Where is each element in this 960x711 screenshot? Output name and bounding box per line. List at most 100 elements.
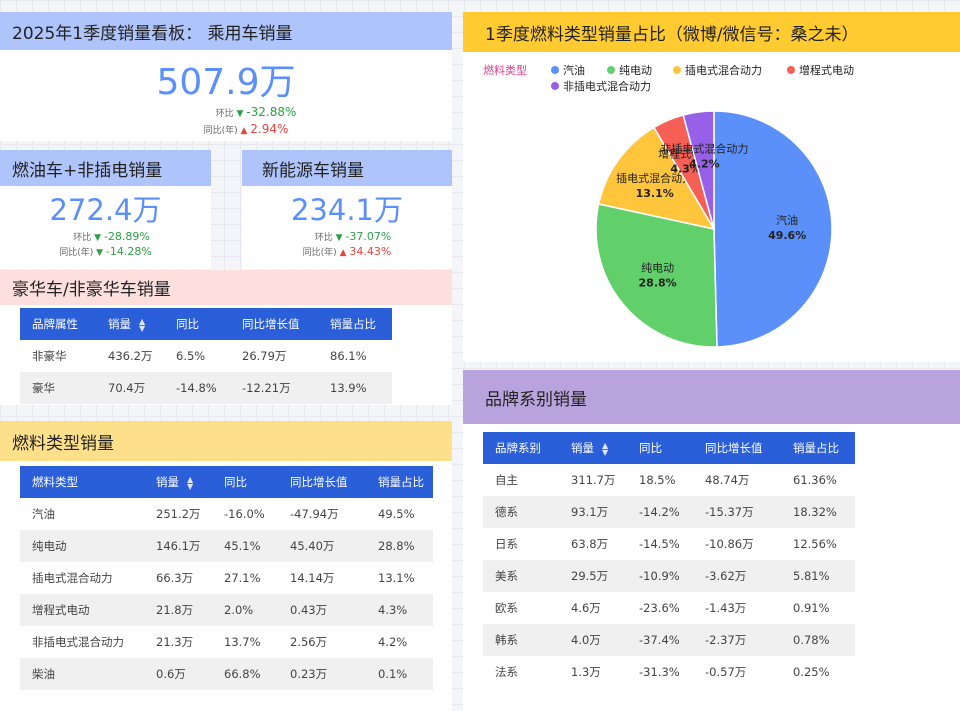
table-cell: 非豪华 [32,349,67,363]
table-cell: -15.37万 [693,496,781,528]
table-cell: 汽油 [32,507,55,521]
table-cell: 18.32% [781,496,855,528]
table-cell: 豪华 [20,372,96,404]
table-cell: -14.8% [164,372,230,404]
kpi-main-tb-value: 2.94% [250,122,289,136]
table-cell: 63.8万 [571,537,609,551]
table-cell: 66.3万 [156,571,194,585]
table-cell: 18.5% [639,473,676,487]
kpi-nev-tb-label: 同比(年) [302,248,337,258]
table-row: 汽油 251.2万 -16.0% -47.94万 49.5% [20,498,433,530]
table-cell: 4.3% [366,594,433,626]
col-header[interactable]: 同比 [164,308,230,340]
table-cell: -10.9% [627,560,693,592]
sort-icon[interactable]: ▲ ▼ [187,475,193,490]
table-row: 日系 63.8万 -14.5% -10.86万 12.56% [483,528,855,560]
table-cell: 0.6万 [144,658,212,690]
fuel-table: 燃料类型 销量 ▲ ▼ 同比 同比增长值 销量占比 汽油 251.2万 -16.0% -4… [20,466,433,690]
col-header-sales[interactable]: 销量 ▲ ▼ [144,466,212,498]
table-cell: 48.74万 [705,473,750,487]
table-cell: 27.1% [224,571,261,585]
kpi-main-value: 507.9万 [156,62,296,103]
pie-slice-label: 汽油 [776,213,798,227]
table-cell: -14.5% [639,537,680,551]
col-header[interactable]: 销量占比 [781,432,855,464]
table-row: 纯电动 146.1万 45.1% 45.40万 28.8% [20,530,433,562]
col-header[interactable]: 燃料类型 [20,466,144,498]
table-cell: -3.62万 [693,560,781,592]
kpi-fuel-tb: 同比(年) ▼ -14.28% [0,245,211,258]
table-cell: 14.14万 [290,571,335,585]
table-row: 豪华 70.4万 -14.8% -12.21万 13.9% [20,372,392,404]
table-cell: 70.4万 [96,372,164,404]
brand-table-panel: 品牌系别销量 品牌系别 销量 ▲ ▼ 同比 同比增长值 销量占比 自主 311.7万 1… [463,370,960,711]
col-header[interactable]: 品牌系别 [483,432,559,464]
kpi-main-hb: 环比 ▼ -32.88% [60,105,452,119]
table-cell: -37.4% [627,624,693,656]
table-row: 欧系 4.6万 -23.6% -1.43万 0.91% [483,592,855,624]
kpi-fuel-value: 272.4万 [49,193,162,227]
kpi-nev-tb-value: 34.43% [349,245,392,258]
kpi-fuel-title: 燃油车+非插电销量 [0,150,211,186]
table-cell: 增程式电动 [20,594,144,626]
table-cell: 0.78% [781,624,855,656]
table-cell: 1.3万 [571,665,601,679]
kpi-fuel-hb-value: -28.89% [103,230,150,243]
col-header[interactable]: 同比 [212,466,278,498]
table-cell: 非插电式混合动力 [32,635,124,649]
col-header[interactable]: 销量占比 [366,466,433,498]
table-row: 韩系 4.0万 -37.4% -2.37万 0.78% [483,624,855,656]
table-cell: 21.3万 [156,635,194,649]
pie-slice-label: 纯电动 [641,262,674,275]
down-triangle-icon: ▼ [335,233,343,243]
col-header[interactable]: 销量占比 [318,308,392,340]
pie-slice-value-label: 4.2% [689,157,720,170]
kpi-fuel-hb-label: 环比 [73,233,92,243]
table-cell: -0.57万 [705,665,747,679]
down-triangle-icon: ▼ [96,248,104,258]
table-row: 非豪华 436.2万 6.5% 26.79万 86.1% [20,340,392,372]
col-header[interactable]: 同比 [627,432,693,464]
table-cell: -16.0% [224,507,265,521]
table-cell: 436.2万 [108,349,153,363]
table-cell: 13.9% [318,372,392,404]
table-cell: -23.6% [639,601,680,615]
table-cell: 4.6万 [571,601,601,615]
fuel-table-title: 燃料类型销量 [0,421,452,461]
table-cell: 12.56% [793,537,837,551]
table-row: 法系 1.3万 -31.3% -0.57万 0.25% [483,656,855,688]
table-cell: 13.1% [378,571,415,585]
table-cell: 法系 [495,665,518,679]
table-cell: 2.0% [212,594,278,626]
table-cell: 5.81% [781,560,855,592]
table-cell: 311.7万 [571,473,616,487]
table-cell: 插电式混合动力 [32,571,113,585]
table-cell: 21.8万 [144,594,212,626]
table-cell: 日系 [495,537,518,551]
brand-table: 品牌系别 销量 ▲ ▼ 同比 同比增长值 销量占比 自主 311.7万 18.5% 48.… [483,432,855,688]
kpi-main-hb-value: -32.88% [246,105,297,119]
table-cell: 欧系 [495,601,518,615]
table-cell: 2.56万 [290,635,328,649]
col-header-label: 销量 [156,475,179,489]
kpi-nev-hb-value: -37.07% [345,230,392,243]
col-header[interactable]: 品牌属性 [20,308,96,340]
table-cell: -31.3% [639,665,680,679]
table-row: 增程式电动 21.8万 2.0% 0.43万 4.3% [20,594,433,626]
sort-icon[interactable]: ▲ ▼ [139,317,145,332]
col-header-sales[interactable]: 销量 ▲ ▼ [96,308,164,340]
kpi-fuel-panel: 燃油车+非插电销量 272.4万 环比 ▼ -28.89% 同比(年) ▼ -1… [0,150,211,269]
kpi-main-hb-label: 环比 [215,109,234,119]
col-header[interactable]: 同比增长值 [693,432,781,464]
col-header[interactable]: 同比增长值 [278,466,366,498]
kpi-main-panel: 2025年1季度销量看板： 乘用车销量 507.9万 环比 ▼ -32.88% … [0,12,452,141]
kpi-main-tb: 同比(年) ▲ 2.94% [40,122,452,136]
table-cell: 45.1% [212,530,278,562]
sort-icon[interactable]: ▲ ▼ [602,441,608,456]
col-header-label: 销量 [571,441,594,455]
table-cell: 93.1万 [559,496,627,528]
col-header[interactable]: 同比增长值 [230,308,318,340]
kpi-nev-hb-label: 环比 [314,233,333,243]
col-header-sales[interactable]: 销量 ▲ ▼ [559,432,627,464]
table-row: 非插电式混合动力 21.3万 13.7% 2.56万 4.2% [20,626,433,658]
